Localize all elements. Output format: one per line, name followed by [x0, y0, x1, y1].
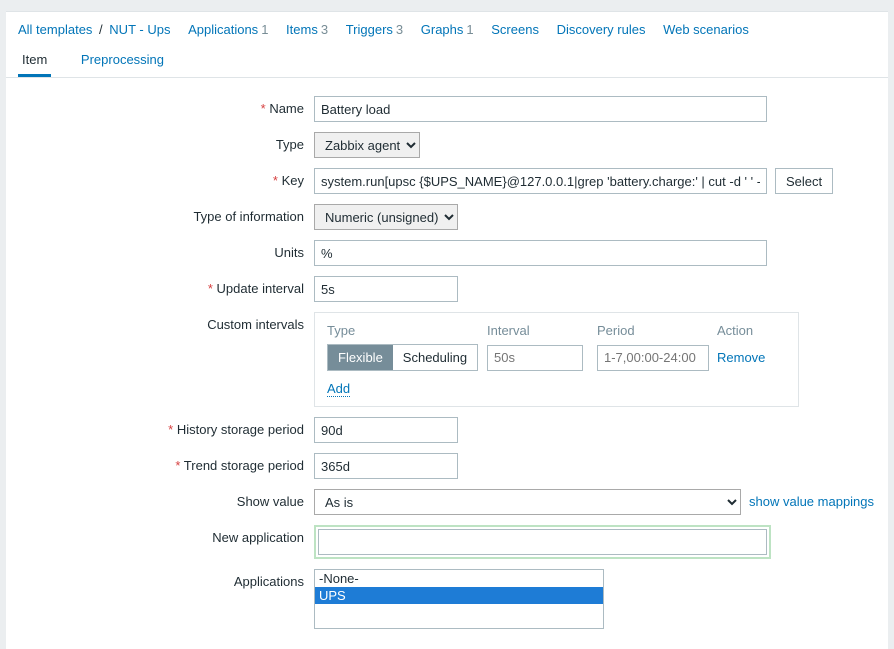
- label-name: Name: [16, 96, 314, 116]
- tab-preprocessing[interactable]: Preprocessing: [77, 43, 168, 75]
- ci-head-period: Period: [597, 323, 717, 338]
- ci-interval-input[interactable]: [487, 345, 583, 371]
- ci-type-segment: Flexible Scheduling: [327, 344, 478, 371]
- nav-applications[interactable]: Applications: [188, 22, 258, 37]
- label-custom-intervals: Custom intervals: [16, 312, 314, 332]
- nav-screens[interactable]: Screens: [491, 22, 539, 37]
- ci-head-action: Action: [717, 323, 786, 338]
- history-input[interactable]: [314, 417, 458, 443]
- custom-intervals-box: Type Interval Period Action Flexible Sch…: [314, 312, 799, 407]
- ci-head-type: Type: [327, 323, 487, 338]
- label-type: Type: [16, 132, 314, 152]
- label-key: Key: [16, 168, 314, 188]
- label-trend: Trend storage period: [16, 453, 314, 473]
- label-show-value: Show value: [16, 489, 314, 509]
- nav-items[interactable]: Items: [286, 22, 318, 37]
- ci-scheduling-button[interactable]: Scheduling: [393, 345, 477, 370]
- new-application-highlight: [314, 525, 771, 559]
- units-input[interactable]: [314, 240, 767, 266]
- type-select[interactable]: Zabbix agent: [314, 132, 420, 158]
- nav-web-scenarios[interactable]: Web scenarios: [663, 22, 749, 37]
- label-info-type: Type of information: [16, 204, 314, 224]
- trend-input[interactable]: [314, 453, 458, 479]
- ci-add-link[interactable]: Add: [327, 381, 350, 397]
- key-input[interactable]: [314, 168, 767, 194]
- label-applications: Applications: [16, 569, 314, 589]
- nav-graphs[interactable]: Graphs: [421, 22, 464, 37]
- bc-current-template[interactable]: NUT - Ups: [109, 22, 170, 37]
- ci-head-interval: Interval: [487, 323, 597, 338]
- app-option-ups[interactable]: UPS: [315, 587, 603, 604]
- tab-item[interactable]: Item: [18, 43, 51, 77]
- ci-flexible-button[interactable]: Flexible: [328, 345, 393, 370]
- show-value-mappings-link[interactable]: show value mappings: [749, 489, 874, 509]
- label-units: Units: [16, 240, 314, 260]
- ci-remove-link[interactable]: Remove: [717, 350, 765, 365]
- tabs: Item Preprocessing: [6, 43, 888, 78]
- ci-period-input[interactable]: [597, 345, 709, 371]
- label-history: History storage period: [16, 417, 314, 437]
- label-update-interval: Update interval: [16, 276, 314, 296]
- nav-discovery[interactable]: Discovery rules: [557, 22, 646, 37]
- select-button[interactable]: Select: [775, 168, 833, 194]
- update-interval-input[interactable]: [314, 276, 458, 302]
- label-new-application: New application: [16, 525, 314, 545]
- show-value-select[interactable]: As is: [314, 489, 741, 515]
- name-input[interactable]: [314, 96, 767, 122]
- applications-listbox[interactable]: -None- UPS: [314, 569, 604, 629]
- app-option-none[interactable]: -None-: [315, 570, 603, 587]
- new-application-input[interactable]: [318, 529, 767, 555]
- breadcrumb: All templates / NUT - Ups Applications1 …: [6, 12, 888, 43]
- info-type-select[interactable]: Numeric (unsigned): [314, 204, 458, 230]
- bc-all-templates[interactable]: All templates: [18, 22, 92, 37]
- nav-triggers[interactable]: Triggers: [346, 22, 393, 37]
